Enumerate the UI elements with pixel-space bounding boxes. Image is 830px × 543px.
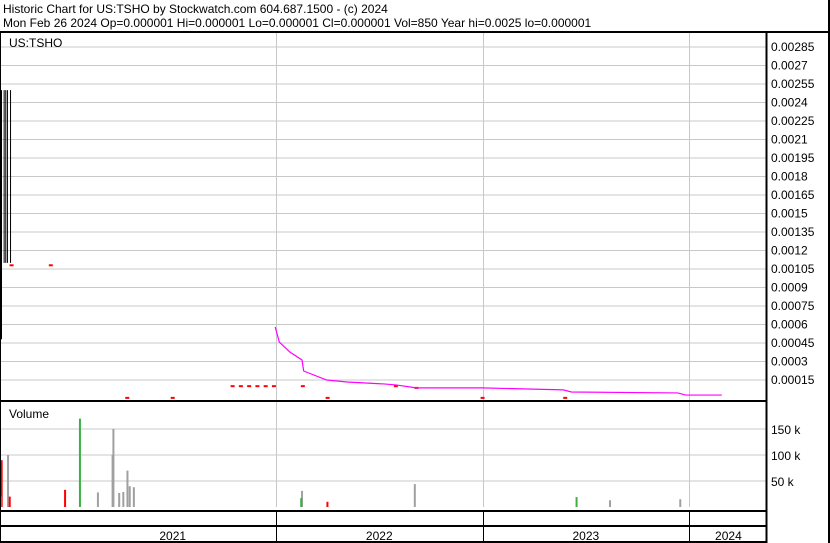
price-point (230, 385, 235, 388)
price-point (247, 385, 252, 388)
volume-tick-label: 50 k (771, 475, 795, 489)
price-tick-label: 0.00045 (771, 336, 815, 350)
volume-bar (112, 429, 115, 507)
volume-bar (118, 492, 121, 507)
price-tick-label: 0.00135 (771, 225, 815, 239)
chart-window: Historic Chart for US:TSHO by Stockwatch… (0, 0, 830, 543)
price-tick-label: 0.0015 (771, 207, 808, 221)
price-point (300, 385, 305, 388)
price-point (271, 385, 276, 388)
volume-bar (64, 489, 67, 507)
volume-bar (96, 492, 99, 507)
year-label: 2024 (715, 529, 742, 543)
price-tick-label: 0.00015 (771, 373, 815, 387)
price-tick-label: 0.00165 (771, 188, 815, 202)
year-label: 2023 (573, 529, 600, 543)
volume-bar (78, 418, 81, 507)
price-point (238, 385, 243, 388)
volume-bar (122, 491, 125, 507)
price-tick-label: 0.0027 (771, 59, 808, 73)
price-tick-label: 0.00195 (771, 151, 815, 165)
year-label: 2022 (366, 529, 393, 543)
volume-label: Volume (9, 407, 49, 421)
volume-bar (128, 486, 131, 507)
volume-bar (413, 484, 416, 507)
price-point (170, 396, 175, 399)
volume-tick-label: 100 k (771, 449, 801, 463)
year-label: 2021 (159, 529, 186, 543)
price-point (263, 385, 268, 388)
price-volume-chart: 0.00285 0.0027 0.00255 0.0024 0.00225 0.0021 0… (0, 0, 830, 543)
price-tick-label: 0.0009 (771, 281, 808, 295)
price-point (48, 264, 53, 267)
price-point (563, 396, 568, 399)
price-tick-label: 0.0003 (771, 355, 808, 369)
volume-bar (575, 497, 578, 507)
price-point (9, 264, 14, 267)
volume-bar (679, 499, 682, 507)
price-point (480, 396, 485, 399)
price-tick-label: 0.0006 (771, 318, 808, 332)
symbol-label: US:TSHO (9, 36, 62, 50)
price-tick-label: 0.0012 (771, 244, 808, 258)
price-tick-label: 0.00285 (771, 40, 815, 54)
price-tick-label: 0.0021 (771, 133, 808, 147)
price-tick-label: 0.00255 (771, 77, 815, 91)
price-tick-label: 0.0024 (771, 96, 808, 110)
price-tick-label: 0.00105 (771, 262, 815, 276)
price-tick-label: 0.0018 (771, 170, 808, 184)
volume-tick-label: 150 k (771, 423, 801, 437)
volume-bar (326, 501, 329, 507)
volume-bar (126, 470, 129, 507)
price-point (125, 396, 130, 399)
volume-bar (300, 498, 303, 507)
price-tick-label: 0.00225 (771, 114, 815, 128)
volume-bar (8, 496, 11, 507)
volume-bar (132, 487, 135, 507)
price-tick-label: 0.00075 (771, 299, 815, 313)
price-point (325, 396, 330, 399)
price-point (255, 385, 260, 388)
volume-bar (609, 500, 612, 507)
